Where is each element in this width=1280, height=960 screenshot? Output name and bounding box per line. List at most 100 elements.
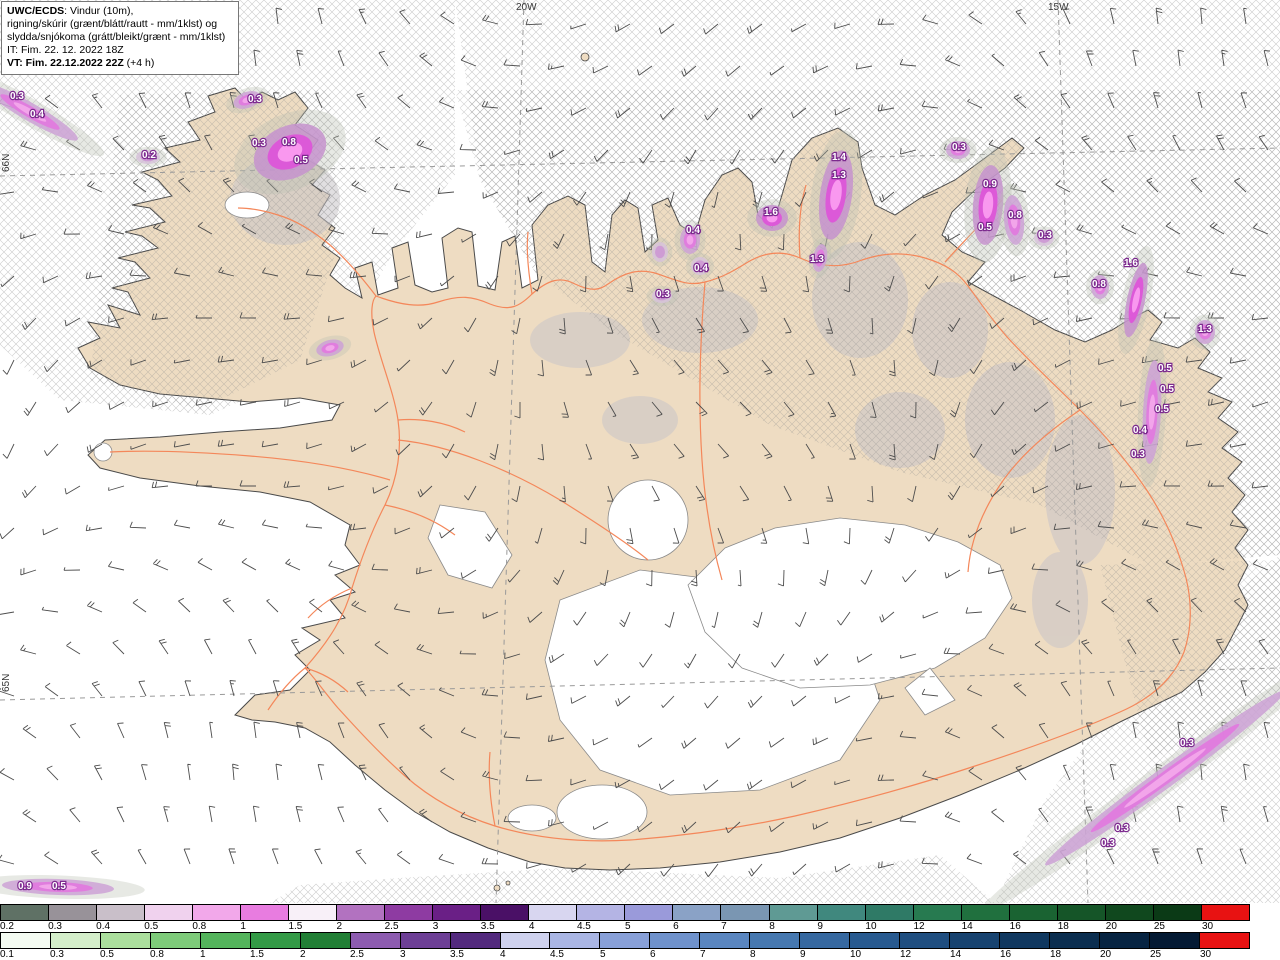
- colorbar-label: 20: [1100, 949, 1150, 960]
- colorbar-cell: [650, 933, 700, 948]
- colorbar-label: 3.5: [481, 921, 529, 932]
- colorbar-label: 30: [1202, 921, 1250, 932]
- precip-value-label: 0.4: [30, 109, 44, 120]
- glacier-hofsjokull: [608, 480, 688, 560]
- colorbar-cell: [1000, 933, 1050, 948]
- colorbar-cell: [800, 933, 850, 948]
- colorbar-label: 10: [865, 921, 913, 932]
- colorbar-sleet-snow: 0.20.30.40.50.811.522.533.544.5567891012…: [0, 904, 1280, 932]
- colorbar-section: 0.20.30.40.50.811.522.533.544.5567891012…: [0, 904, 1280, 960]
- colorbar-cell: [1200, 933, 1249, 948]
- colorbar-cell: [700, 933, 750, 948]
- colorbar-label: 12: [913, 921, 961, 932]
- colorbar-cell: [1010, 905, 1058, 920]
- precip-cell: [687, 235, 694, 245]
- colorbar-label: 9: [800, 949, 850, 960]
- precip-value-label: 1.6: [1124, 258, 1138, 269]
- colorbar-cell: [501, 933, 551, 948]
- colorbar-label: 6: [650, 949, 700, 960]
- precip-value-label: 0.5: [1160, 384, 1174, 395]
- precip-value-label: 0.3: [1180, 738, 1194, 749]
- precip-value-label: 0.3: [248, 94, 262, 105]
- colorbar-label: 20: [1106, 921, 1154, 932]
- precip-value-label: 1.3: [1198, 324, 1212, 335]
- precip-value-label: 0.3: [1115, 823, 1129, 834]
- island-grimsey: [581, 53, 589, 61]
- colorbar-cell: [721, 905, 769, 920]
- colorbar-label: 30: [1200, 949, 1250, 960]
- colorbar-cell: [850, 933, 900, 948]
- colorbar-label: 0.1: [0, 949, 50, 960]
- colorbar-label: 0.8: [150, 949, 200, 960]
- colorbar-sleet-snow-labels: 0.20.30.40.50.811.522.533.544.5567891012…: [0, 921, 1250, 932]
- colorbar-label: 0.5: [144, 921, 192, 932]
- colorbar-cell: [481, 905, 529, 920]
- colorbar-label: 16: [1000, 949, 1050, 960]
- colorbar-cell: [550, 933, 600, 948]
- precip-value-label: 0.4: [1133, 425, 1147, 436]
- colorbar-cell: [1106, 905, 1154, 920]
- island-vestmannaeyjar-2: [506, 881, 510, 885]
- colorbar-cell: [301, 933, 351, 948]
- colorbar-cell: [101, 933, 151, 948]
- colorbar-cell: [770, 905, 818, 920]
- colorbar-label: 4: [500, 949, 550, 960]
- colorbar-cell: [145, 905, 193, 920]
- colorbar-cell: [818, 905, 866, 920]
- glacier-drangajokull: [225, 192, 269, 218]
- colorbar-label: 5: [600, 949, 650, 960]
- graticule-label: 66N: [1, 154, 12, 172]
- colorbar-cell: [97, 905, 145, 920]
- colorbar-sleet-snow-cells: [0, 904, 1250, 921]
- colorbar-label: 0.5: [100, 949, 150, 960]
- colorbar-label: 1.5: [250, 949, 300, 960]
- colorbar-cell: [51, 933, 101, 948]
- colorbar-cell: [201, 933, 251, 948]
- colorbar-cell: [600, 933, 650, 948]
- colorbar-cell: [866, 905, 914, 920]
- colorbar-label: 0.8: [192, 921, 240, 932]
- colorbar-rain-cells: [0, 932, 1250, 949]
- colorbar-label: 16: [1010, 921, 1058, 932]
- legend-line-3: slydda/snjókoma (grátt/bleikt/grænt - mm…: [7, 31, 233, 44]
- colorbar-label: 0.4: [96, 921, 144, 932]
- colorbar-label: 0.3: [50, 949, 100, 960]
- colorbar-label: 6: [673, 921, 721, 932]
- legend-it-time: IT: Fim. 22. 12. 2022 18Z: [7, 44, 233, 57]
- colorbar-cell: [1050, 933, 1100, 948]
- colorbar-cell: [351, 933, 401, 948]
- precip-value-label: 0.3: [656, 289, 670, 300]
- colorbar-rain-labels: 0.10.30.50.811.522.533.544.5567891012141…: [0, 949, 1250, 960]
- colorbar-cell: [625, 905, 673, 920]
- colorbar-cell: [529, 905, 577, 920]
- precip-value-label: 1.6: [764, 207, 778, 218]
- colorbar-label: 1.5: [288, 921, 336, 932]
- colorbar-label: 0.2: [0, 921, 48, 932]
- map-canvas: 20W15W66N65N 0.30.40.30.20.30.80.50.40.4…: [0, 0, 1280, 904]
- precip-value-label: 0.5: [294, 155, 308, 166]
- colorbar-cell: [337, 905, 385, 920]
- colorbar-cell: [950, 933, 1000, 948]
- colorbar-cell: [1100, 933, 1150, 948]
- precip-value-label: 0.9: [18, 881, 32, 892]
- colorbar-rain: 0.10.30.50.811.522.533.544.5567891012141…: [0, 932, 1280, 960]
- legend-line-1: UWC/ECDS: Vindur (10m),: [7, 5, 233, 18]
- precip-value-label: 0.8: [282, 137, 296, 148]
- glacier-eyjafjallajokull: [508, 805, 556, 831]
- precip-value-label: 0.9: [983, 179, 997, 190]
- colorbar-label: 2.5: [385, 921, 433, 932]
- precip-value-label: 0.5: [978, 222, 992, 233]
- colorbar-label: 5: [625, 921, 673, 932]
- precip-value-label: 0.8: [1092, 279, 1106, 290]
- colorbar-label: 2: [300, 949, 350, 960]
- island-vestmannaeyjar: [494, 885, 500, 891]
- precip-value-label: 0.4: [694, 263, 708, 274]
- colorbar-label: 0.3: [48, 921, 96, 932]
- colorbar-cell: [451, 933, 501, 948]
- precip-value-label: 0.2: [142, 150, 156, 161]
- glacier-snaefellsjokull: [94, 443, 112, 461]
- legend-box: UWC/ECDS: Vindur (10m), rigning/skúrir (…: [1, 1, 239, 75]
- colorbar-cell: [251, 933, 301, 948]
- precip-value-label: 0.4: [686, 225, 700, 236]
- colorbar-label: 25: [1150, 949, 1200, 960]
